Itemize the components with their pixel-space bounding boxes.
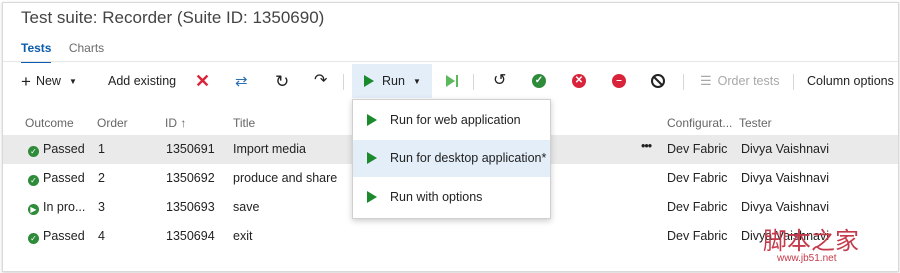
page-title: Test suite: Recorder (Suite ID: 1350690) — [21, 8, 325, 27]
list-icon: ☰ — [700, 73, 712, 88]
toolbar-divider — [473, 74, 474, 90]
configuration-cell: Dev Fabric — [667, 171, 728, 185]
outcome-cell: ✓ Passed — [28, 229, 85, 244]
tab-divider — [3, 61, 898, 62]
tester-cell: Divya Vaishnavi — [741, 171, 830, 185]
assign-configuration-icon[interactable]: ⇄ — [235, 64, 248, 98]
test-suite-panel: Test suite: Recorder (Suite ID: 1350690)… — [2, 2, 899, 272]
passed-icon: ✓ — [28, 146, 39, 157]
outcome-cell: ✓ Passed — [28, 171, 85, 186]
play-icon — [367, 191, 377, 203]
block-test-icon[interactable]: – — [612, 64, 626, 98]
order-cell: 3 — [98, 200, 105, 214]
configuration-cell: Dev Fabric — [667, 142, 728, 156]
in-progress-icon: ▶ — [28, 204, 39, 215]
order-cell: 2 — [98, 171, 105, 185]
header-outcome[interactable]: Outcome — [25, 116, 74, 130]
order-cell: 1 — [98, 142, 105, 156]
play-icon — [364, 75, 374, 87]
fail-test-icon[interactable]: ✕ — [572, 64, 586, 98]
passed-icon: ✓ — [28, 233, 39, 244]
run-label: Run — [382, 74, 405, 88]
configuration-cell: Dev Fabric — [667, 229, 728, 243]
title-cell: exit — [233, 229, 253, 243]
configuration-cell: Dev Fabric — [667, 200, 728, 214]
header-title[interactable]: Title — [233, 116, 255, 130]
column-options-button[interactable]: Column options — [807, 64, 894, 98]
not-applicable-icon[interactable] — [651, 64, 665, 98]
id-cell: 1350691 — [166, 142, 215, 156]
tab-tests[interactable]: Tests — [21, 41, 52, 63]
reset-test-icon[interactable]: ↺ — [493, 64, 506, 98]
redo-icon[interactable]: ↷ — [314, 64, 327, 98]
pass-test-icon[interactable]: ✓ — [532, 64, 546, 98]
tester-cell: Divya Vaishnavi — [741, 200, 830, 214]
new-button[interactable]: + New ▼ — [21, 64, 77, 98]
id-cell: 1350693 — [166, 200, 215, 214]
remove-icon[interactable]: ✕ — [195, 64, 210, 98]
watermark-logo: 脚本之家 www.jb51.net — [763, 227, 859, 264]
title-cell: save — [233, 200, 260, 214]
title-cell: Import media — [233, 142, 306, 156]
plus-icon: + — [21, 71, 31, 91]
header-order[interactable]: Order — [97, 116, 128, 130]
tab-bar: Tests Charts — [21, 41, 118, 63]
order-cell: 4 — [98, 229, 105, 243]
toolbar-divider — [683, 74, 684, 90]
new-label: New — [35, 74, 61, 88]
order-tests-label: Order tests — [717, 74, 780, 88]
outcome-cell: ✓ Passed — [28, 142, 85, 157]
play-icon — [367, 114, 377, 126]
tab-charts[interactable]: Charts — [69, 41, 104, 61]
run-dropdown-menu: Run for web application Run for desktop … — [352, 99, 551, 219]
menu-item-run-web[interactable]: Run for web application — [353, 102, 550, 139]
header-tester[interactable]: Tester — [739, 116, 772, 130]
run-with-options-icon[interactable] — [446, 64, 458, 98]
play-icon — [367, 152, 377, 164]
id-cell: 1350692 — [166, 171, 215, 185]
toolbar-divider — [793, 74, 794, 90]
passed-icon: ✓ — [28, 175, 39, 186]
menu-item-run-with-options[interactable]: Run with options — [353, 179, 550, 216]
tester-cell: Divya Vaishnavi — [741, 142, 830, 156]
add-existing-button[interactable]: Add existing — [108, 64, 176, 98]
id-cell: 1350694 — [166, 229, 215, 243]
title-cell: produce and share — [233, 171, 338, 185]
sort-arrow-up-icon: ↑ — [180, 116, 187, 130]
chevron-down-icon: ▼ — [412, 76, 421, 86]
watermark-url: www.jb51.net — [777, 253, 837, 264]
chevron-down-icon: ▼ — [68, 76, 77, 86]
row-more-icon[interactable]: ••• — [641, 139, 652, 153]
header-id[interactable]: ID ↑ — [165, 116, 186, 130]
outcome-cell: ▶ In pro... — [28, 200, 85, 215]
toolbar-divider — [343, 74, 344, 90]
order-tests-button[interactable]: ☰ Order tests — [700, 64, 779, 98]
menu-item-run-desktop[interactable]: Run for desktop application* — [353, 140, 550, 177]
run-button[interactable]: Run ▼ — [352, 64, 432, 98]
refresh-icon[interactable]: ↻ — [275, 64, 289, 98]
header-configuration[interactable]: Configurat... — [667, 116, 732, 130]
toolbar: + New ▼ Add existing ✕ ⇄ ↻ ↷ Run ▼ ↺ ✓ ✕… — [3, 64, 898, 98]
